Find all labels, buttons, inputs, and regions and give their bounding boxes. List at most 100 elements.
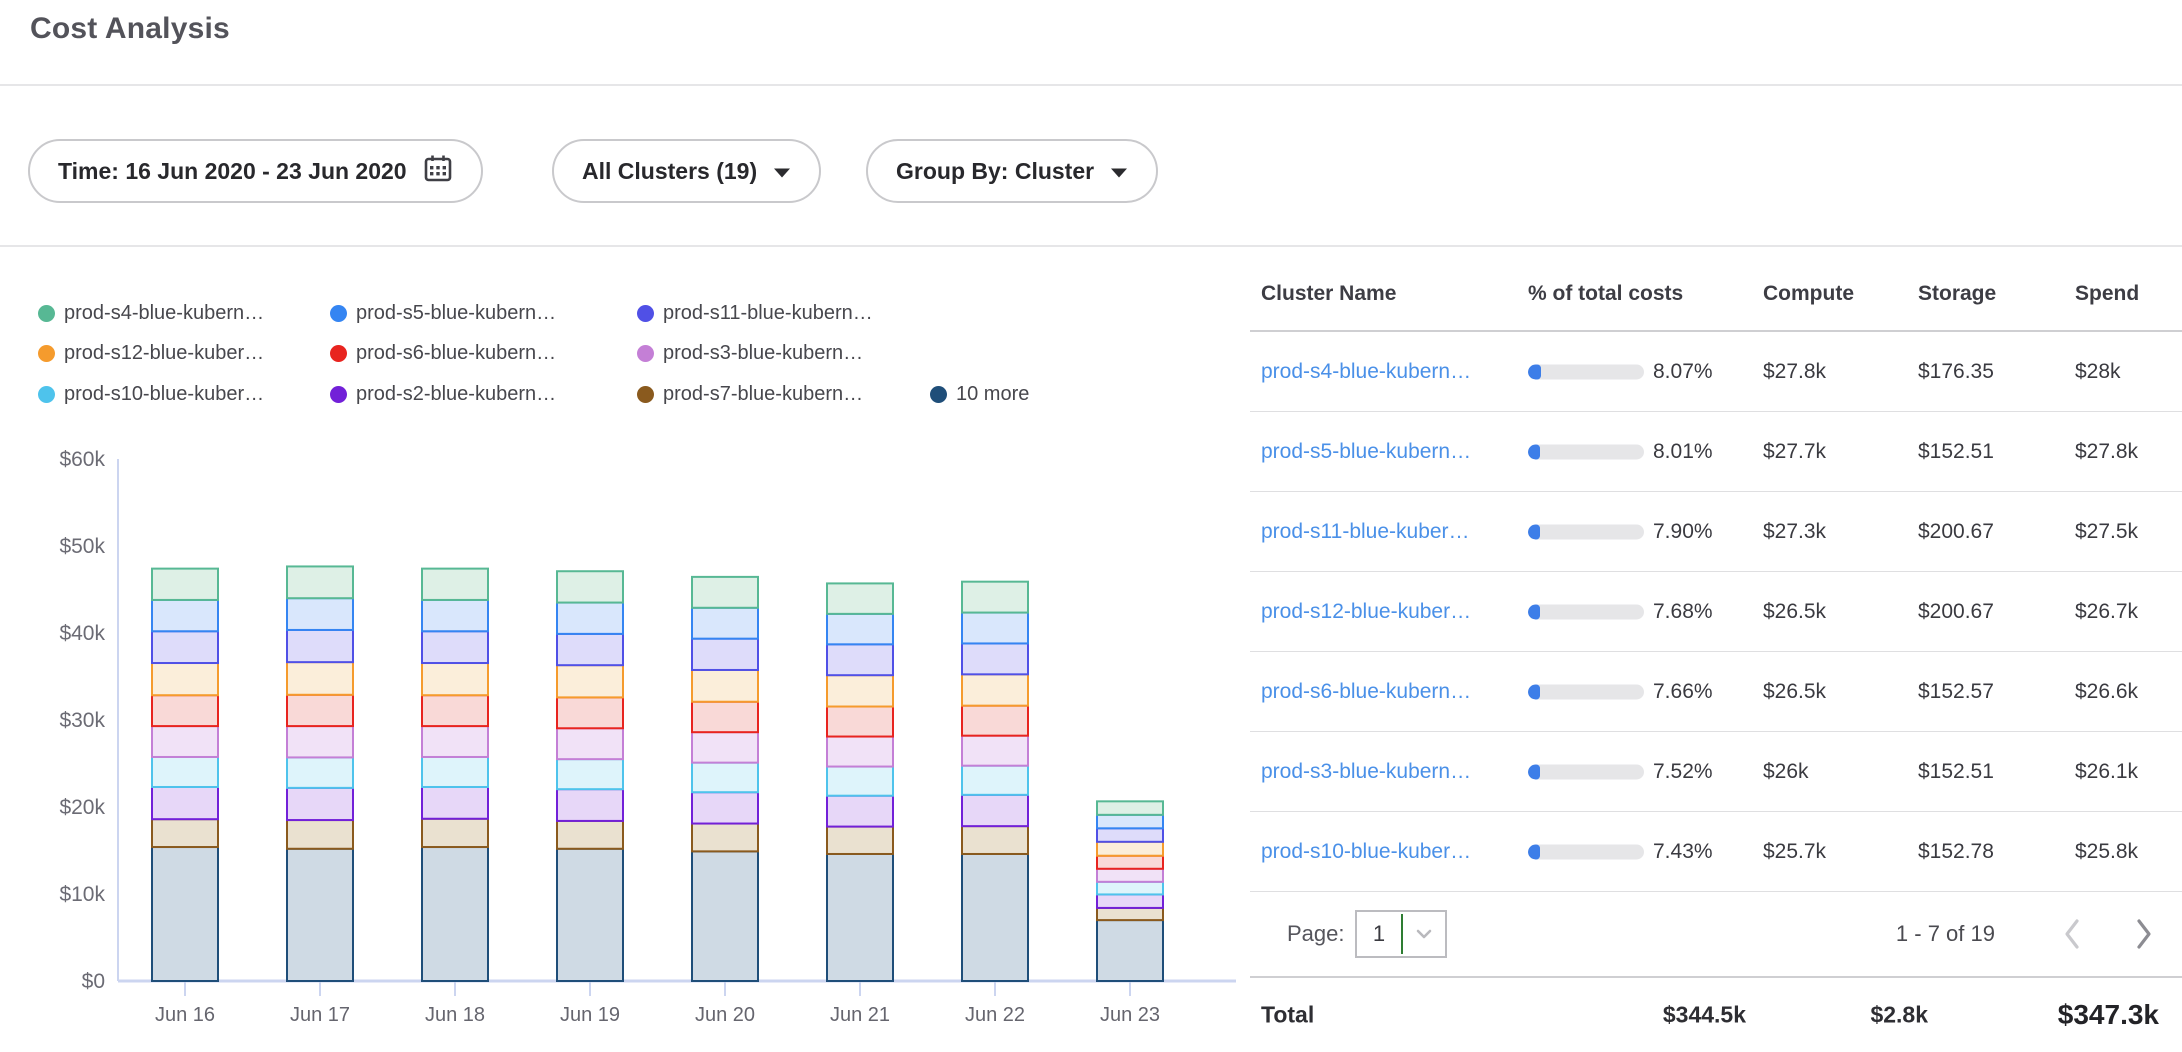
- bar-segment[interactable]: [422, 569, 488, 600]
- bar-segment[interactable]: [422, 631, 488, 663]
- bar-segment[interactable]: [962, 613, 1028, 644]
- bar-segment[interactable]: [422, 819, 488, 847]
- bar-segment[interactable]: [422, 600, 488, 631]
- bar-segment[interactable]: [827, 644, 893, 675]
- bar-segment[interactable]: [287, 788, 353, 820]
- bar-segment[interactable]: [1097, 894, 1163, 907]
- bar-segment[interactable]: [1097, 842, 1163, 856]
- bar-segment[interactable]: [557, 821, 623, 849]
- bar-segment[interactable]: [557, 571, 623, 602]
- bar-segment[interactable]: [152, 819, 218, 847]
- bar-segment[interactable]: [692, 763, 758, 793]
- bar-segment[interactable]: [1097, 920, 1163, 981]
- legend-item[interactable]: prod-s5-blue-kubern…: [330, 300, 556, 326]
- cluster-name-link[interactable]: prod-s4-blue-kubern…: [1261, 360, 1471, 384]
- bar-segment[interactable]: [287, 695, 353, 726]
- bar-segment[interactable]: [557, 665, 623, 697]
- bar-segment[interactable]: [962, 706, 1028, 736]
- bar-segment[interactable]: [827, 767, 893, 796]
- time-range-button[interactable]: Time: 16 Jun 2020 - 23 Jun 2020: [28, 139, 483, 203]
- legend-item[interactable]: prod-s11-blue-kubern…: [637, 300, 873, 326]
- bar-segment[interactable]: [827, 675, 893, 706]
- bar-segment[interactable]: [827, 614, 893, 644]
- bar-segment[interactable]: [287, 662, 353, 695]
- cluster-name-link[interactable]: prod-s3-blue-kubern…: [1261, 760, 1471, 784]
- bar-segment[interactable]: [557, 634, 623, 665]
- bar-segment[interactable]: [287, 598, 353, 630]
- bar-segment[interactable]: [692, 851, 758, 981]
- bar-segment[interactable]: [692, 792, 758, 823]
- bar-segment[interactable]: [152, 695, 218, 726]
- bar-segment[interactable]: [827, 827, 893, 854]
- bar-segment[interactable]: [692, 577, 758, 608]
- cluster-name-link[interactable]: prod-s11-blue-kuber…: [1261, 520, 1470, 544]
- bar-segment[interactable]: [557, 697, 623, 728]
- bar-segment[interactable]: [557, 728, 623, 759]
- bar-segment[interactable]: [152, 631, 218, 663]
- bar-segment[interactable]: [962, 854, 1028, 981]
- bar-segment[interactable]: [827, 583, 893, 613]
- bar-segment[interactable]: [962, 582, 1028, 613]
- bar-segment[interactable]: [287, 630, 353, 662]
- bar-segment[interactable]: [962, 766, 1028, 795]
- bar-segment[interactable]: [1097, 908, 1163, 920]
- bar-segment[interactable]: [827, 707, 893, 737]
- next-page-button[interactable]: [2124, 914, 2164, 954]
- legend-item[interactable]: prod-s4-blue-kubern…: [38, 300, 264, 326]
- bar-segment[interactable]: [692, 608, 758, 639]
- bar-segment[interactable]: [287, 566, 353, 598]
- cluster-name-link[interactable]: prod-s10-blue-kuber…: [1261, 840, 1471, 864]
- bar-segment[interactable]: [287, 849, 353, 981]
- bar-segment[interactable]: [962, 826, 1028, 854]
- bar-segment[interactable]: [557, 759, 623, 789]
- legend-item[interactable]: prod-s3-blue-kubern…: [637, 340, 863, 366]
- bar-segment[interactable]: [962, 643, 1028, 674]
- bar-segment[interactable]: [692, 670, 758, 702]
- bar-segment[interactable]: [422, 663, 488, 695]
- page-select[interactable]: 1: [1355, 910, 1447, 958]
- bar-segment[interactable]: [692, 639, 758, 670]
- previous-page-button[interactable]: [2052, 914, 2092, 954]
- bar-segment[interactable]: [1097, 856, 1163, 869]
- bar-segment[interactable]: [422, 757, 488, 787]
- bar-segment[interactable]: [152, 663, 218, 695]
- bar-segment[interactable]: [152, 569, 218, 600]
- bar-segment[interactable]: [557, 603, 623, 634]
- bar-segment[interactable]: [152, 787, 218, 819]
- legend-item[interactable]: prod-s2-blue-kubern…: [330, 381, 556, 407]
- bar-segment[interactable]: [1097, 815, 1163, 828]
- cluster-name-link[interactable]: prod-s12-blue-kuber…: [1261, 600, 1471, 624]
- bar-segment[interactable]: [557, 789, 623, 821]
- bar-segment[interactable]: [827, 737, 893, 767]
- cluster-name-link[interactable]: prod-s6-blue-kubern…: [1261, 680, 1471, 704]
- bar-segment[interactable]: [962, 795, 1028, 826]
- bar-segment[interactable]: [152, 757, 218, 787]
- bar-segment[interactable]: [152, 847, 218, 981]
- bar-segment[interactable]: [962, 674, 1028, 705]
- cluster-name-link[interactable]: prod-s5-blue-kubern…: [1261, 440, 1471, 464]
- bar-segment[interactable]: [557, 849, 623, 981]
- bar-segment[interactable]: [152, 600, 218, 631]
- bar-segment[interactable]: [827, 796, 893, 827]
- bar-segment[interactable]: [1097, 882, 1163, 895]
- bar-segment[interactable]: [422, 847, 488, 981]
- bar-segment[interactable]: [287, 726, 353, 757]
- bar-segment[interactable]: [152, 726, 218, 757]
- bar-segment[interactable]: [287, 820, 353, 849]
- bar-segment[interactable]: [1097, 801, 1163, 814]
- legend-item[interactable]: prod-s10-blue-kuber…: [38, 381, 264, 407]
- bar-segment[interactable]: [1097, 828, 1163, 841]
- legend-item[interactable]: prod-s7-blue-kubern…: [637, 381, 863, 407]
- bar-segment[interactable]: [1097, 869, 1163, 882]
- cluster-filter-dropdown[interactable]: All Clusters (19): [552, 139, 821, 203]
- bar-segment[interactable]: [827, 854, 893, 981]
- bar-segment[interactable]: [422, 695, 488, 726]
- bar-segment[interactable]: [692, 702, 758, 732]
- bar-segment[interactable]: [962, 736, 1028, 766]
- group-by-dropdown[interactable]: Group By: Cluster: [866, 139, 1158, 203]
- legend-item[interactable]: 10 more: [930, 381, 1029, 407]
- bar-segment[interactable]: [287, 757, 353, 787]
- bar-segment[interactable]: [692, 732, 758, 762]
- legend-item[interactable]: prod-s12-blue-kuber…: [38, 340, 264, 366]
- bar-segment[interactable]: [422, 787, 488, 819]
